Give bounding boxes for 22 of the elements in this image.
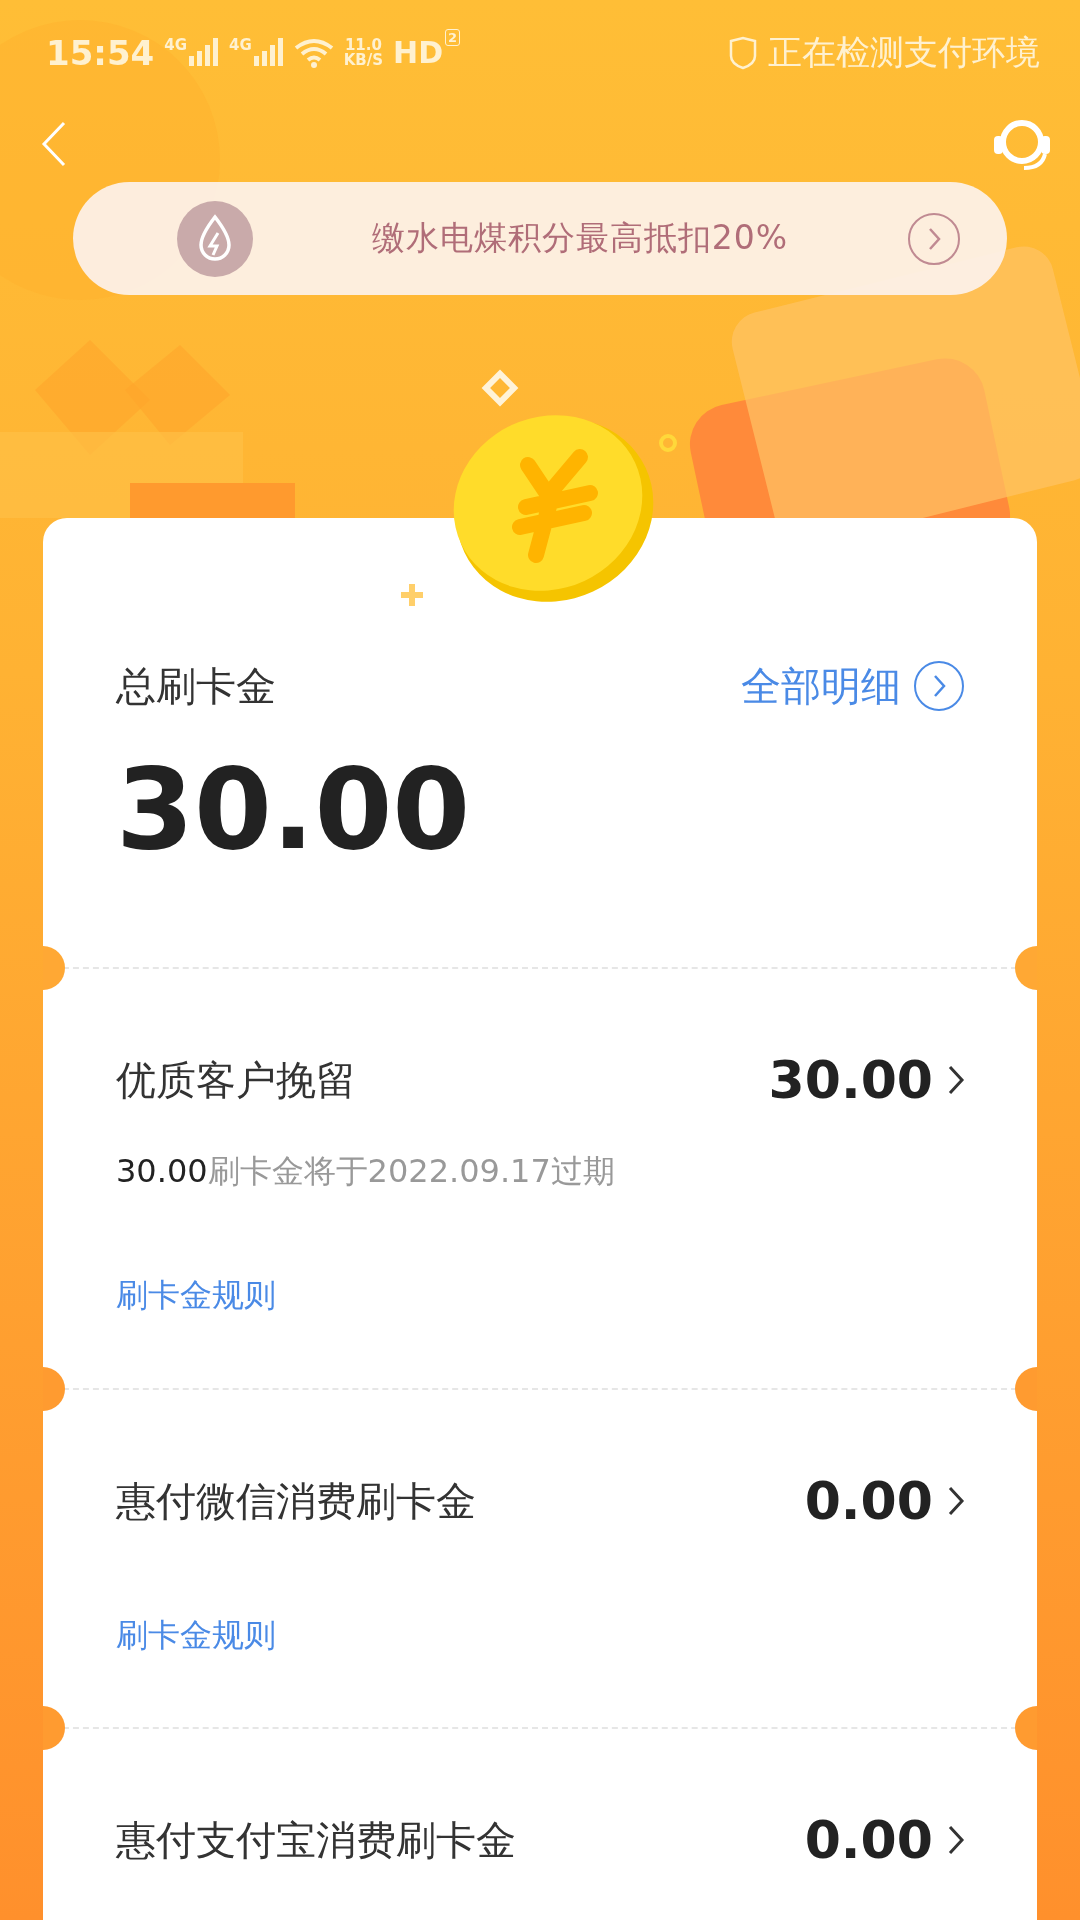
hd-indicator: HD	[393, 35, 444, 70]
reward-title: 惠付微信消费刷卡金	[116, 1476, 476, 1526]
reward-amount[interactable]: 0.00	[804, 1471, 965, 1531]
rules-link[interactable]: 刷卡金规则	[116, 1615, 276, 1655]
security-status: 正在检测支付环境	[768, 30, 1040, 74]
speed-unit: KB/S	[343, 52, 384, 68]
reward-amount[interactable]: 30.00	[768, 1050, 965, 1110]
expiry-note: 30.00刷卡金将于2022.09.17过期	[116, 1151, 616, 1191]
reward-title: 惠付支付宝消费刷卡金	[116, 1815, 516, 1865]
network-type: 4G	[164, 37, 187, 53]
network-type: 4G	[229, 37, 252, 53]
hd-index: 2	[445, 29, 461, 46]
promo-banner[interactable]: 缴水电煤积分最高抵扣20%	[73, 182, 1007, 295]
status-time: 15:54	[46, 32, 155, 73]
details-link[interactable]: 全部明细	[741, 658, 965, 714]
total-amount: 30.00	[116, 748, 472, 872]
speed-value: 11.0	[344, 37, 382, 53]
summary-title: 总刷卡金	[116, 661, 276, 711]
banner-text: 缴水电煤积分最高抵扣20%	[370, 217, 790, 259]
rules-link[interactable]: 刷卡金规则	[116, 1275, 276, 1315]
reward-amount[interactable]: 0.00	[804, 1810, 965, 1870]
reward-title: 优质客户挽留	[116, 1055, 356, 1105]
